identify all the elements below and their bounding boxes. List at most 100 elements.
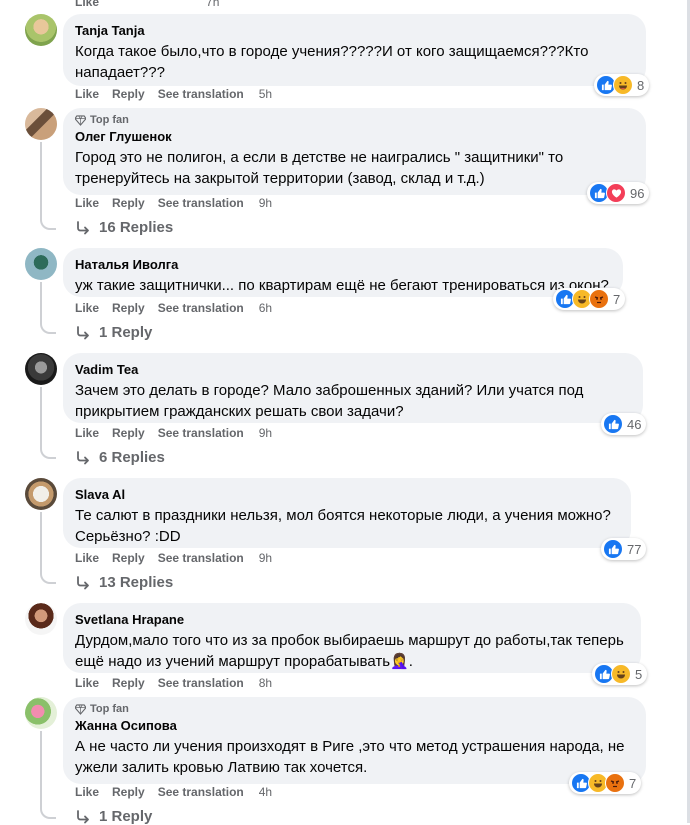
- comment-actions: Like Reply See translation 9h: [75, 550, 285, 566]
- avatar[interactable]: [25, 478, 57, 510]
- comment-time[interactable]: 4h: [259, 785, 272, 799]
- avatar[interactable]: [25, 353, 57, 385]
- reaction-summary[interactable]: 77: [601, 538, 647, 560]
- top-fan-badge: Top fan: [75, 702, 634, 716]
- reply-arrow-icon: [77, 220, 89, 234]
- reaction-count: 8: [637, 77, 645, 93]
- comment-actions-partial: Like 7h: [75, 0, 232, 10]
- thread-line: [40, 731, 42, 807]
- comment-bubble: Vadim Tea Зачем это делать в городе? Мал…: [63, 353, 643, 423]
- comment-text: Город это не полигон, а если в детстве н…: [75, 149, 564, 187]
- comment-author[interactable]: Наталья Иволга: [75, 256, 611, 273]
- comment-time[interactable]: 9h: [259, 196, 272, 210]
- thread-curve: [40, 445, 56, 459]
- reaction-count: 96: [630, 185, 645, 201]
- comment-time[interactable]: 9h: [259, 551, 272, 565]
- comment-actions: Like Reply See translation 9h: [75, 425, 285, 441]
- comment-time[interactable]: 6h: [259, 301, 272, 315]
- see-translation-link[interactable]: See translation: [158, 426, 244, 440]
- top-fan-badge: Top fan: [75, 113, 634, 127]
- reply-link[interactable]: Reply: [112, 676, 145, 690]
- comment-text: Зачем это делать в городе? Мало заброшен…: [75, 382, 584, 420]
- haha-reaction-icon: [611, 664, 631, 684]
- thread-line: [40, 512, 42, 572]
- avatar[interactable]: [25, 14, 57, 46]
- reply-arrow-icon: [77, 575, 89, 589]
- comment-text: Когда такое было,что в городе учения????…: [75, 43, 589, 81]
- comment-author[interactable]: Svetlana Hrapane: [75, 611, 629, 628]
- comment-actions: Like Reply See translation 4h: [75, 784, 285, 800]
- comment-time[interactable]: 9h: [259, 426, 272, 440]
- diamond-icon: [75, 114, 86, 126]
- see-translation-link[interactable]: See translation: [158, 196, 244, 210]
- like-reaction-icon: [603, 414, 623, 434]
- reply-arrow-icon: [77, 450, 89, 464]
- comment-bubble: Top fan Жанна Осипова А не часто ли учен…: [63, 697, 646, 784]
- thread-line: [40, 142, 42, 218]
- like-link[interactable]: Like: [75, 0, 99, 9]
- thread-curve: [40, 570, 56, 584]
- comment-author[interactable]: Slava Al: [75, 486, 619, 503]
- reaction-count: 5: [635, 666, 643, 682]
- see-translation-link[interactable]: See translation: [158, 676, 244, 690]
- like-link[interactable]: Like: [75, 301, 99, 315]
- comment-bubble: Tanja Tanja Когда такое было,что в город…: [63, 14, 646, 86]
- see-translation-link[interactable]: See translation: [158, 87, 244, 101]
- see-translation-link[interactable]: See translation: [158, 551, 244, 565]
- reaction-summary[interactable]: 46: [601, 413, 647, 435]
- thread-line: [40, 282, 42, 322]
- view-replies-link[interactable]: 1 Reply: [75, 324, 152, 341]
- see-translation-link[interactable]: See translation: [158, 785, 244, 799]
- angry-reaction-icon: [605, 773, 625, 793]
- view-replies-link[interactable]: 6 Replies: [75, 449, 165, 466]
- avatar[interactable]: [25, 603, 57, 635]
- reaction-summary[interactable]: 8: [594, 74, 650, 96]
- avatar[interactable]: [25, 248, 57, 280]
- angry-reaction-icon: [589, 289, 609, 309]
- reaction-count: 46: [627, 416, 642, 432]
- love-reaction-icon: [606, 183, 626, 203]
- like-reaction-icon: [603, 539, 623, 559]
- avatar[interactable]: [25, 697, 57, 729]
- reaction-summary[interactable]: 5: [592, 663, 648, 685]
- view-replies-link[interactable]: 16 Replies: [75, 219, 173, 236]
- comment-time[interactable]: 8h: [259, 676, 272, 690]
- like-link[interactable]: Like: [75, 551, 99, 565]
- comment-author[interactable]: Олег Глушенок: [75, 128, 634, 145]
- comment-actions: Like Reply See translation 9h: [75, 195, 285, 211]
- view-replies-link[interactable]: 13 Replies: [75, 574, 173, 591]
- comment-time[interactable]: 5h: [259, 87, 272, 101]
- reply-link[interactable]: Reply: [112, 196, 145, 210]
- comment-actions: Like Reply See translation 6h: [75, 300, 285, 316]
- avatar[interactable]: [25, 108, 57, 140]
- comment-time[interactable]: 7h: [206, 0, 219, 9]
- like-link[interactable]: Like: [75, 426, 99, 440]
- reply-link[interactable]: Reply: [112, 785, 145, 799]
- thread-curve: [40, 805, 56, 819]
- like-link[interactable]: Like: [75, 196, 99, 210]
- comment-bubble: Top fan Олег Глушенок Город это не полиг…: [63, 108, 646, 195]
- comment-author[interactable]: Жанна Осипова: [75, 717, 634, 734]
- comment-bubble: Svetlana Hrapane Дурдом,мало того что из…: [63, 603, 641, 673]
- view-replies-link[interactable]: 1 Reply: [75, 808, 152, 825]
- reaction-summary[interactable]: 96: [587, 182, 650, 204]
- see-translation-link[interactable]: See translation: [158, 301, 244, 315]
- reply-link[interactable]: Reply: [112, 551, 145, 565]
- thread-line: [40, 387, 42, 447]
- reaction-summary[interactable]: 7: [569, 772, 642, 794]
- like-link[interactable]: Like: [75, 87, 99, 101]
- reaction-count: 7: [629, 775, 637, 791]
- diamond-icon: [75, 703, 86, 715]
- comment-text: А не часто ли учения произходят в Риге ,…: [75, 738, 625, 776]
- reply-link[interactable]: Reply: [112, 87, 145, 101]
- like-link[interactable]: Like: [75, 676, 99, 690]
- reaction-summary[interactable]: 7: [553, 288, 626, 310]
- reply-link[interactable]: Reply: [112, 426, 145, 440]
- comment-author[interactable]: Vadim Tea: [75, 361, 631, 378]
- comment-text: Те салют в праздники нельзя, мол боятся …: [75, 507, 611, 545]
- reaction-count: 7: [613, 291, 621, 307]
- comment-text: уж такие защитнички... по квартирам ещё …: [75, 277, 609, 294]
- comment-author[interactable]: Tanja Tanja: [75, 22, 634, 39]
- reply-link[interactable]: Reply: [112, 301, 145, 315]
- like-link[interactable]: Like: [75, 785, 99, 799]
